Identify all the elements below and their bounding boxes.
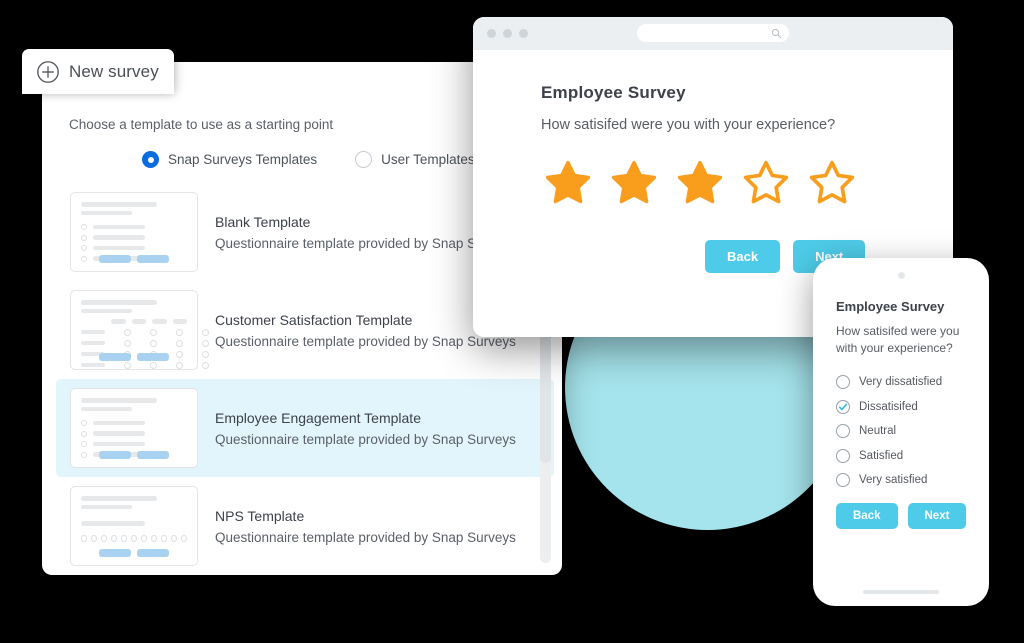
radio-icon-unselected[interactable]	[355, 151, 373, 168]
phone-back-button[interactable]: Back	[836, 503, 898, 530]
browser-titlebar	[473, 17, 953, 50]
phone-option-very-dissatisfied[interactable]: Very dissatisfied	[836, 375, 989, 390]
radio-label-user-templates: User Templates	[381, 152, 475, 167]
star-icon-empty-4[interactable]	[739, 157, 793, 209]
template-description: Questionnaire template provided by Snap …	[215, 235, 484, 251]
star-icon-filled-3[interactable]	[673, 157, 727, 209]
browser-survey-content: Employee Survey How satisifed were you w…	[473, 50, 953, 273]
survey-question: How satisifed were you with your experie…	[541, 117, 836, 133]
phone-option-label: Very satisfied	[859, 474, 928, 487]
star-rating-control[interactable]	[541, 157, 953, 209]
radio-option-user-templates[interactable]: User Templates	[355, 151, 475, 168]
radio-icon-selected[interactable]	[142, 151, 159, 168]
phone-option-label: Neutral	[859, 425, 897, 438]
survey-title: Employee Survey	[541, 83, 686, 102]
new-survey-tab-label: New survey	[69, 61, 159, 81]
template-thumbnail-nps	[70, 486, 198, 566]
radio-icon-unselected[interactable]	[836, 424, 850, 439]
screenshot-stage: Choose a template to use as a starting p…	[0, 0, 1024, 643]
template-name: Employee Engagement Template	[215, 409, 421, 426]
radio-icon-unselected[interactable]	[836, 448, 850, 463]
phone-survey-content: Employee Survey How satisifed were you w…	[813, 279, 989, 530]
template-name: Customer Satisfaction Template	[215, 311, 413, 328]
back-button[interactable]: Back	[705, 240, 781, 273]
phone-preview-window: Employee Survey How satisifed were you w…	[813, 258, 989, 606]
radio-label-snap-surveys-templates: Snap Surveys Templates	[168, 152, 318, 167]
window-controls	[487, 29, 528, 38]
template-thumbnail-employee-engagement	[70, 388, 198, 468]
phone-option-satisfied[interactable]: Satisfied	[836, 448, 989, 463]
minimize-dot-icon[interactable]	[503, 29, 512, 38]
phone-option-label: Dissatisifed	[859, 400, 918, 413]
template-row-nps[interactable]: NPS Template Questionnaire template prov…	[56, 477, 554, 575]
camera-dot-icon	[897, 272, 905, 279]
search-icon	[771, 28, 782, 38]
phone-survey-title: Employee Survey	[836, 299, 945, 314]
new-survey-tab[interactable]: New survey	[22, 49, 174, 94]
close-dot-icon[interactable]	[487, 29, 496, 38]
phone-option-label: Very dissatisfied	[859, 376, 943, 389]
phone-option-very-satisfied[interactable]: Very satisfied	[836, 473, 989, 488]
radio-icon-unselected[interactable]	[836, 375, 850, 390]
phone-option-neutral[interactable]: Neutral	[836, 424, 989, 439]
star-icon-filled-2[interactable]	[607, 157, 661, 209]
home-indicator	[863, 590, 939, 594]
phone-navigation-buttons: Back Next	[836, 503, 989, 530]
template-description: Questionnaire template provided by Snap …	[215, 431, 516, 447]
template-name: Blank Template	[215, 213, 311, 230]
template-name: NPS Template	[215, 507, 305, 524]
plus-circle-icon	[36, 60, 60, 84]
radio-icon-unselected[interactable]	[836, 473, 850, 488]
maximize-dot-icon[interactable]	[519, 29, 528, 38]
template-description: Questionnaire template provided by Snap …	[215, 529, 516, 545]
phone-option-dissatisfied[interactable]: Dissatisifed	[836, 399, 989, 414]
template-row-employee-engagement[interactable]: Employee Engagement Template Questionnai…	[56, 379, 554, 477]
template-thumbnail-blank	[70, 192, 198, 272]
url-search-input[interactable]	[637, 24, 789, 42]
template-description: Questionnaire template provided by Snap …	[215, 333, 516, 349]
radio-option-snap-surveys-templates[interactable]: Snap Surveys Templates	[142, 151, 317, 168]
phone-survey-question: How satisifed were you with your experie…	[836, 324, 960, 356]
phone-next-button[interactable]: Next	[907, 503, 967, 530]
star-icon-empty-5[interactable]	[805, 157, 859, 209]
radio-icon-selected-check[interactable]	[836, 399, 850, 414]
phone-option-label: Satisfied	[859, 449, 904, 462]
phone-radio-group: Very dissatisfied Dissatisifed Neutral S…	[836, 375, 989, 488]
template-thumbnail-customer-satisfaction	[70, 290, 209, 370]
star-icon-filled-1[interactable]	[541, 157, 595, 209]
